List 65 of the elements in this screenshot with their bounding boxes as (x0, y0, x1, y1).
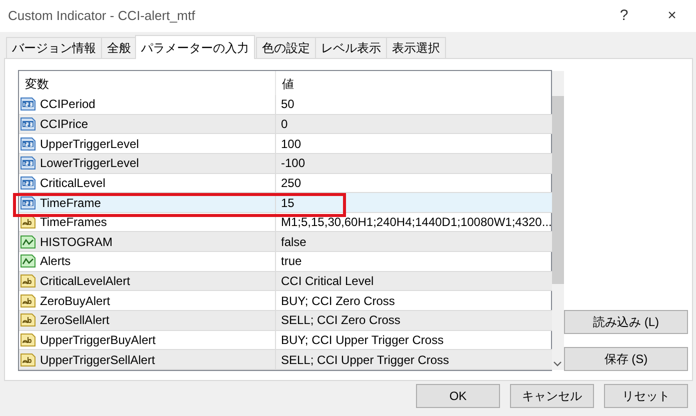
parameter-value: SELL; CCI Upper Trigger Cross (281, 352, 450, 369)
parameter-name: ZeroSellAlert (40, 312, 110, 330)
parameter-row[interactable]: CriticalLevelAlert CCI Critical Level (19, 272, 552, 292)
side-button[interactable]: 保存 (S) (564, 347, 688, 371)
column-header: 変数 (19, 71, 276, 95)
string-type-icon (20, 333, 36, 347)
parameter-value: false (281, 234, 306, 251)
column-header: 値 (281, 76, 295, 93)
chart-type-icon (20, 234, 36, 249)
parameter-row[interactable]: LowerTriggerLevel -100 (19, 154, 552, 174)
parameter-name: TimeFrames (40, 214, 107, 232)
dialog-button[interactable]: OK (416, 384, 500, 408)
parameter-name: UpperTriggerLevel (40, 136, 139, 153)
number-type-icon (20, 176, 36, 190)
close-button[interactable]: × (648, 4, 696, 28)
parameter-value: 100 (281, 136, 302, 153)
tab[interactable]: 色の設定 (256, 37, 316, 58)
parameter-value: BUY; CCI Upper Trigger Cross (281, 332, 444, 349)
string-type-icon (20, 313, 36, 328)
parameter-value: CCI Critical Level (281, 273, 374, 290)
parameter-name: CriticalLevelAlert (40, 273, 130, 290)
parameter-value: 0 (281, 116, 288, 133)
parameter-row[interactable]: HISTOGRAM false (19, 232, 552, 252)
parameter-value: 15 (281, 194, 294, 212)
parameter-value: 250 (281, 174, 302, 192)
side-button[interactable]: 読み込み (L) (564, 310, 688, 334)
parameter-value: 50 (281, 96, 294, 114)
window-title: Custom Indicator - CCI-alert_mtf (8, 7, 196, 26)
parameter-value: BUY; CCI Zero Cross (281, 292, 395, 310)
number-type-icon (20, 136, 36, 151)
parameter-name: TimeFrame (40, 194, 101, 212)
parameter-name: UpperTriggerBuyAlert (40, 332, 156, 349)
parameter-name: UpperTriggerSellAlert (40, 352, 155, 369)
string-type-icon (20, 274, 36, 288)
tab[interactable]: 表示選択 (386, 37, 446, 58)
parameter-name: Alerts (40, 253, 71, 270)
string-type-icon (20, 215, 36, 230)
number-type-icon (20, 196, 36, 210)
parameter-row[interactable]: TimeFrame 15 (19, 193, 552, 213)
scrollbar[interactable] (552, 71, 564, 370)
parameter-name: LowerTriggerLevel (40, 155, 139, 172)
dialog-button[interactable]: リセット (604, 384, 688, 408)
parameter-value: M1;5,15,30,60H1;240H4;1440D1;10080W1;4320... (281, 214, 552, 232)
parameter-name: HISTOGRAM (40, 234, 112, 251)
parameter-row[interactable]: CCIPrice 0 (19, 114, 552, 134)
number-type-icon (20, 97, 36, 112)
parameter-name: CriticalLevel (40, 174, 106, 192)
parameter-row[interactable]: UpperTriggerSellAlert SELL; CCI Upper Trigger Cross (19, 350, 552, 370)
dialog-button[interactable]: キャンセル (510, 384, 594, 408)
parameter-name: ZeroBuyAlert (40, 292, 110, 310)
string-type-icon (20, 294, 36, 308)
parameter-value: true (281, 253, 302, 270)
help-button[interactable]: ? (600, 4, 648, 28)
number-type-icon (20, 156, 36, 170)
parameter-row[interactable]: ZeroSellAlert SELL; CCI Zero Cross (19, 311, 552, 331)
parameter-value: -100 (281, 155, 306, 172)
parameter-value: SELL; CCI Zero Cross (281, 312, 400, 330)
parameter-name: CCIPrice (40, 116, 88, 133)
parameter-name: CCIPeriod (40, 96, 96, 114)
chart-type-icon (20, 254, 36, 268)
tab[interactable]: パラメーターの入力 (135, 35, 255, 59)
string-type-icon (20, 352, 36, 367)
number-type-icon (20, 116, 36, 131)
tab[interactable]: バージョン情報 (6, 37, 102, 58)
scroll-down-icon[interactable] (553, 361, 562, 367)
